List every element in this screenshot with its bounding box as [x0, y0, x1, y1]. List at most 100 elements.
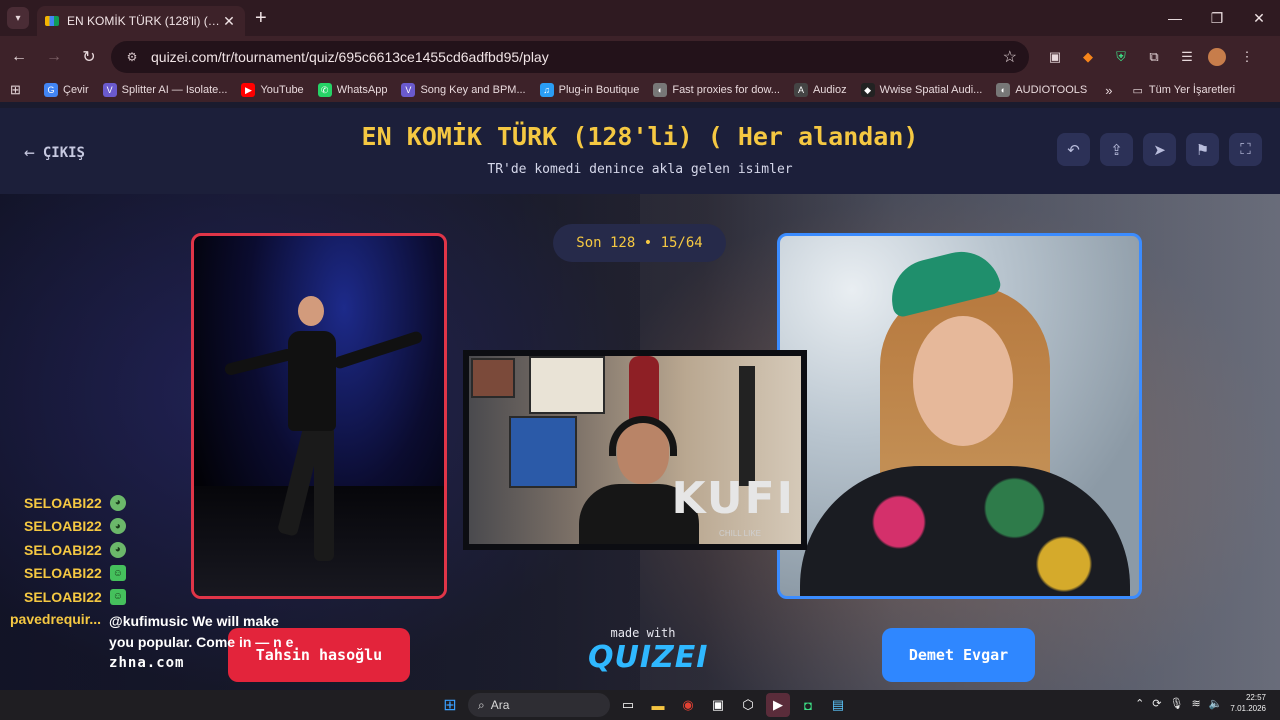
- all-bookmarks-folder[interactable]: ▭ Tüm Yer İşaretleri: [1132, 84, 1235, 97]
- quizei-logo: QUIZEI: [588, 640, 709, 675]
- bookmark-item[interactable]: ◆ Wwise Spatial Audi...: [860, 83, 983, 97]
- store-icon[interactable]: ▣: [706, 693, 730, 717]
- bookmark-item[interactable]: V Splitter AI — Isolate...: [102, 83, 227, 97]
- close-tab-icon[interactable]: ✕: [221, 13, 237, 30]
- search-icon: ⌕: [478, 697, 485, 712]
- browser-tab-bar: ▾ EN KOMİK TÜRK (128'li) ( Her alandan) …: [0, 0, 1280, 36]
- microphone-icon[interactable]: 🎙: [1170, 697, 1184, 710]
- taskbar-search-label: Ara: [490, 698, 510, 712]
- alien-emote-icon: ◕: [109, 541, 126, 558]
- chat-message: SELOABI22 ☺: [10, 562, 309, 586]
- undo-icon[interactable]: ↶: [1057, 133, 1090, 166]
- streamer-webcam: KUFI CHILL LIKE: [463, 350, 807, 550]
- minimize-icon[interactable]: —: [1154, 0, 1196, 36]
- bookmark-item[interactable]: ✆ WhatsApp: [317, 83, 387, 97]
- media-control-icon[interactable]: ☰: [1175, 45, 1199, 69]
- task-view-icon[interactable]: ▭: [616, 693, 640, 717]
- fullscreen-icon[interactable]: ⛶: [1229, 133, 1262, 166]
- reload-icon[interactable]: ↻: [73, 41, 105, 73]
- chat-message: pavedrequir... @kufimusic We will make y…: [10, 611, 309, 674]
- bookmark-label: Fast proxies for dow...: [672, 84, 780, 96]
- stream-overlay-sub: CHILL LIKE: [719, 529, 761, 538]
- app-icon[interactable]: ⬡: [736, 693, 760, 717]
- shield-extension-icon[interactable]: ⛨: [1109, 45, 1133, 69]
- chat-message-text: zhna.com: [109, 654, 185, 671]
- chat-message: SELOABI22 ◕: [10, 538, 309, 562]
- obs-icon[interactable]: ▶: [766, 693, 790, 717]
- chat-message-text: @kufimusic We will make: [109, 612, 279, 629]
- tab-search-button[interactable]: ▾: [7, 7, 29, 29]
- green-emote-icon: ☺: [109, 588, 126, 605]
- bookmark-label: Wwise Spatial Audi...: [879, 84, 983, 96]
- extension-icon[interactable]: ▣: [1043, 45, 1067, 69]
- bookmark-favicon-icon: V: [401, 83, 416, 97]
- chevron-up-icon[interactable]: ⌃: [1135, 697, 1144, 710]
- bookmark-item[interactable]: ♫ Plug-in Boutique: [539, 83, 640, 97]
- profile-avatar[interactable]: [1208, 48, 1226, 66]
- bookmark-label: Çevir: [63, 84, 89, 96]
- bookmark-item[interactable]: A Audioz: [793, 83, 847, 97]
- app-window-icon[interactable]: ▤: [826, 693, 850, 717]
- green-emote-icon: ☺: [109, 565, 126, 582]
- alien-emote-icon: ◕: [109, 518, 126, 535]
- bookmark-favicon-icon: G: [44, 83, 58, 97]
- tab-favicon-icon: [45, 16, 59, 26]
- stream-overlay-logo: KUFI: [671, 473, 795, 524]
- alien-emote-icon: ◕: [109, 494, 126, 511]
- apps-grid-icon[interactable]: ⊞: [10, 82, 26, 98]
- quiz-header: ← ÇIKIŞ EN KOMİK TÜRK (128'li) ( Her ala…: [0, 108, 1280, 194]
- wifi-icon[interactable]: ≋: [1191, 697, 1200, 710]
- made-with-label: made with: [610, 626, 676, 640]
- volume-icon[interactable]: 🔈: [1209, 697, 1223, 710]
- taskbar-search[interactable]: ⌕ Ara: [468, 693, 610, 717]
- bookmark-favicon-icon: ✆: [317, 83, 332, 97]
- bookmark-item[interactable]: G Çevir: [44, 83, 89, 97]
- menu-icon[interactable]: ⋮: [1235, 45, 1259, 69]
- bookmark-star-icon[interactable]: ☆: [1003, 47, 1017, 67]
- chat-username: SELOABI22: [24, 494, 102, 511]
- screen: ▾ EN KOMİK TÜRK (128'li) ( Her alandan) …: [0, 0, 1280, 720]
- clock[interactable]: 22:57 7.01.2026: [1230, 692, 1266, 714]
- bookmark-favicon-icon: ◐: [996, 83, 1011, 97]
- windows-start-icon[interactable]: ⊞: [438, 693, 462, 717]
- chat-message: SELOABI22 ☺: [10, 585, 309, 609]
- bookmark-item[interactable]: ▶ YouTube: [241, 83, 304, 97]
- tab-title: EN KOMİK TÜRK (128'li) ( Her alandan): [67, 14, 221, 28]
- metamask-extension-icon[interactable]: ◆: [1076, 45, 1100, 69]
- flag-icon[interactable]: ⚑: [1186, 133, 1219, 166]
- bookmark-label: Audioz: [812, 84, 847, 96]
- bookmark-item[interactable]: V Song Key and BPM...: [401, 83, 526, 97]
- clock-time: 22:57: [1245, 693, 1266, 702]
- right-choice-button[interactable]: Demet Evgar: [882, 628, 1035, 682]
- file-explorer-icon[interactable]: ▬: [646, 693, 670, 717]
- chrome-icon[interactable]: ◉: [676, 693, 700, 717]
- bookmark-label: Plug-in Boutique: [558, 84, 640, 96]
- site-info-icon[interactable]: ⚙: [123, 48, 141, 66]
- bookmark-favicon-icon: ◆: [860, 83, 875, 97]
- address-bar[interactable]: ⚙ quizei.com/tr/tournament/quiz/695c6613…: [111, 41, 1029, 73]
- send-icon[interactable]: ➤: [1143, 133, 1176, 166]
- game-icon[interactable]: ◘: [796, 693, 820, 717]
- back-icon[interactable]: ←: [3, 41, 35, 73]
- extensions-puzzle-icon[interactable]: ⧉: [1142, 45, 1166, 69]
- bookmark-item[interactable]: ◐ AUDIOTOOLS: [996, 83, 1087, 97]
- made-with-badge[interactable]: made with QUIZEI: [588, 626, 709, 675]
- restore-icon[interactable]: ❐: [1196, 0, 1238, 36]
- active-tab[interactable]: EN KOMİK TÜRK (128'li) ( Her alandan) ✕: [37, 6, 245, 36]
- folder-icon: ▭: [1132, 84, 1143, 97]
- sync-icon[interactable]: ⟳: [1152, 697, 1161, 710]
- right-choice-image[interactable]: [777, 233, 1142, 599]
- bookmark-item[interactable]: ◐ Fast proxies for dow...: [653, 83, 780, 97]
- share-icon[interactable]: ⇪: [1100, 133, 1133, 166]
- new-tab-button[interactable]: +: [255, 8, 267, 28]
- more-bookmarks-icon[interactable]: »: [1105, 83, 1112, 98]
- close-window-icon[interactable]: ✕: [1238, 0, 1280, 36]
- bookmark-favicon-icon: ♫: [539, 83, 554, 97]
- browser-toolbar: ← → ↻ ⚙ quizei.com/tr/tournament/quiz/69…: [0, 36, 1280, 78]
- bookmark-label: AUDIOTOOLS: [1015, 84, 1088, 96]
- chat-message: SELOABI22 ◕: [10, 491, 309, 515]
- chat-username: SELOABI22: [24, 541, 102, 558]
- forward-icon[interactable]: →: [38, 41, 70, 73]
- chat-message: SELOABI22 ◕: [10, 515, 309, 539]
- clock-date: 7.01.2026: [1230, 704, 1266, 713]
